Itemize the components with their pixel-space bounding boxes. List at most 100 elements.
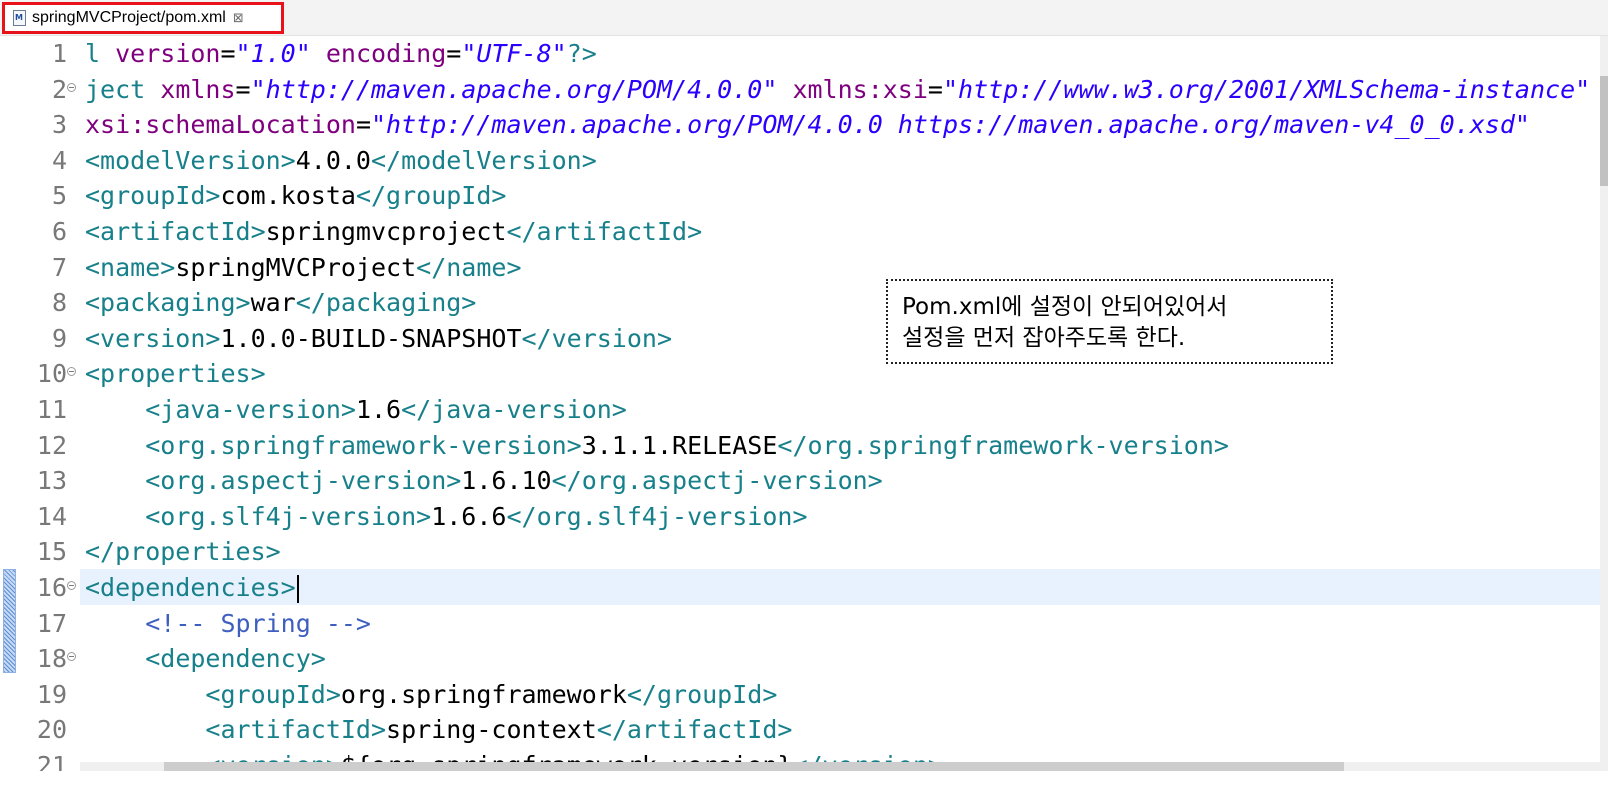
fold-collapse-icon[interactable] [67, 581, 76, 590]
code-line[interactable]: 2 ject xmlns="http://maven.apache.org/POM… [0, 72, 1600, 108]
vertical-scrollbar[interactable] [1600, 36, 1608, 771]
code-line[interactable]: 1l version="1.0" encoding="UTF-8"?> [0, 36, 1600, 72]
code-token: org.springframework [340, 679, 627, 709]
code-token: <org.slf4j-version> [145, 501, 432, 531]
line-number: 17 [36, 608, 67, 638]
code-line[interactable]: 13 <org.aspectj-version>1.6.10</org.aspe… [0, 463, 1600, 499]
code-text[interactable]: <packaging>war</packaging> [85, 285, 476, 321]
code-token: springmvcproject [265, 217, 507, 246]
code-text[interactable]: <version>1.0.0-BUILD-SNAPSHOT</version> [85, 321, 672, 357]
code-token: </artifactId> [506, 217, 703, 246]
code-text[interactable]: <org.springframework-version>3.1.1.RELEA… [85, 428, 1229, 464]
line-number: 2 [51, 74, 67, 104]
code-token: <modelVersion> [85, 145, 296, 175]
code-text[interactable]: l version="1.0" encoding="UTF-8"?> [85, 36, 597, 72]
code-text[interactable]: <dependencies> [85, 570, 299, 606]
code-text[interactable]: <dependency> [85, 641, 326, 677]
code-text[interactable]: <artifactId>spring-context</artifactId> [85, 712, 792, 748]
code-token: <org.springframework-version> [145, 430, 582, 460]
code-text[interactable]: <!-- Spring --> [85, 606, 371, 642]
code-line[interactable]: 16 <dependencies> [0, 570, 1600, 606]
code-text[interactable]: <org.aspectj-version>1.6.10</org.aspectj… [85, 463, 883, 499]
note-line-1: Pom.xml에 설정이 안되어있어서 [902, 294, 1228, 320]
code-line[interactable]: 4 <modelVersion>4.0.0</modelVersion> [0, 143, 1600, 179]
line-number: 12 [36, 430, 67, 460]
code-token: <groupId> [205, 679, 341, 709]
code-text[interactable]: <org.slf4j-version>1.6.6</org.slf4j-vers… [85, 499, 807, 535]
code-text[interactable]: <name>springMVCProject</name> [85, 250, 522, 286]
code-token: </artifactId> [596, 715, 793, 745]
code-token: </properties> [85, 537, 281, 567]
code-token: xmlns:xsi [792, 74, 928, 104]
code-line[interactable]: 5 <groupId>com.kosta</groupId> [0, 178, 1600, 214]
code-token: <!-- Spring --> [145, 608, 371, 638]
code-line[interactable]: 12 <org.springframework-version>3.1.1.RE… [0, 428, 1600, 464]
code-text[interactable]: xsi:schemaLocation="http://maven.apache.… [85, 107, 1530, 143]
code-line[interactable]: 17 <!-- Spring --> [0, 606, 1600, 642]
line-number: 13 [36, 466, 67, 496]
code-token: <dependencies> [85, 573, 296, 602]
code-line[interactable]: 20 <artifactId>spring-context</artifactI… [0, 712, 1600, 748]
code-text[interactable]: </properties> [85, 534, 281, 570]
code-text[interactable]: <java-version>1.6</java-version> [85, 392, 627, 428]
code-token: <java-version> [145, 395, 356, 424]
line-number: 1 [51, 39, 67, 68]
code-line[interactable]: 11 <java-version>1.6</java-version> [0, 392, 1600, 428]
code-line[interactable]: 7 <name>springMVCProject</name> [0, 250, 1600, 286]
fold-collapse-icon[interactable] [67, 652, 76, 662]
code-line[interactable]: 10 <properties> [0, 356, 1600, 392]
vertical-scrollbar-thumb[interactable] [1600, 76, 1608, 186]
code-text[interactable]: <artifactId>springmvcproject</artifactId… [85, 214, 702, 250]
code-line[interactable]: 8 <packaging>war</packaging> [0, 285, 1600, 321]
tab-pom-xml[interactable]: M springMVCProject/pom.xml ⊠ [2, 2, 284, 34]
line-number: 14 [36, 501, 67, 531]
code-text[interactable]: <properties> [85, 356, 266, 392]
code-line[interactable]: 19 <groupId>org.springframework</groupId… [0, 677, 1600, 713]
xml-source-editor[interactable]: 1l version="1.0" encoding="UTF-8"?> 2 ject… [0, 36, 1608, 771]
code-token: com.kosta [220, 181, 356, 211]
code-token: 1.0.0-BUILD-SNAPSHOT [220, 323, 522, 353]
code-text[interactable]: <groupId>com.kosta</groupId> [85, 178, 506, 214]
code-token: l [85, 39, 116, 68]
fold-collapse-icon[interactable] [67, 367, 76, 377]
code-text[interactable]: ject xmlns="http://maven.apache.org/POM/… [85, 72, 1590, 108]
close-icon[interactable]: ⊠ [233, 11, 244, 26]
line-number: 11 [36, 395, 67, 424]
code-token: </packaging> [295, 288, 477, 318]
code-text[interactable]: <modelVersion>4.0.0</modelVersion> [85, 143, 597, 179]
line-number: 10 [36, 359, 67, 389]
code-line[interactable]: 9 <version>1.0.0-BUILD-SNAPSHOT</version> [0, 321, 1600, 357]
code-token: = [220, 39, 236, 68]
code-token: </version> [521, 323, 673, 353]
code-token: <groupId> [85, 181, 221, 211]
line-number: 16 [36, 573, 67, 602]
code-line[interactable]: 18 <dependency> [0, 641, 1600, 677]
horizontal-scrollbar[interactable] [80, 762, 1608, 771]
code-token: war [250, 288, 296, 318]
code-token: version [115, 39, 221, 68]
code-line[interactable]: 6 <artifactId>springmvcproject</artifactI… [0, 214, 1600, 250]
code-text[interactable]: <groupId>org.springframework</groupId> [85, 677, 777, 713]
horizontal-scrollbar-thumb[interactable] [164, 762, 1344, 771]
code-line[interactable]: 15 </properties> [0, 534, 1600, 570]
code-line[interactable]: 14 <org.slf4j-version>1.6.6</org.slf4j-v… [0, 499, 1600, 535]
code-line[interactable]: 3 xsi:schemaLocation="http://maven.apache… [0, 107, 1600, 143]
code-token: xmlns [160, 74, 236, 104]
code-token: "http://www.w3.org/2001/XMLSchema-instan… [942, 74, 1591, 104]
line-number: 4 [51, 145, 67, 175]
text-cursor [296, 575, 299, 603]
code-token: ject [85, 74, 161, 104]
code-token: </modelVersion> [370, 145, 597, 175]
code-token: </org.aspectj-version> [551, 466, 883, 496]
code-token: = [235, 74, 251, 104]
fold-collapse-icon[interactable] [67, 82, 76, 92]
code-token: "UTF-8" [461, 39, 567, 68]
line-number: 5 [51, 181, 67, 211]
